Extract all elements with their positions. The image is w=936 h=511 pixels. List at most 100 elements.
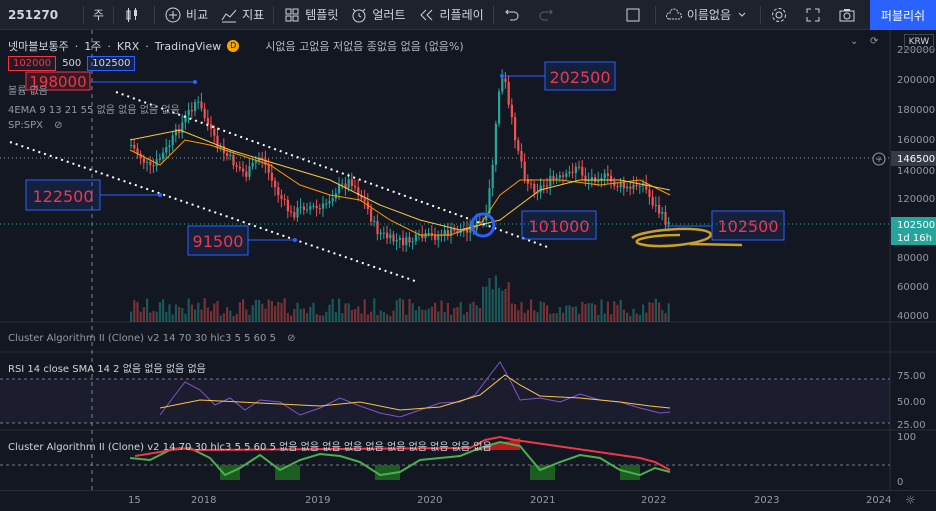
volume-bar — [414, 310, 417, 322]
fullscreen-button[interactable] — [798, 0, 832, 30]
publish-button[interactable]: 퍼블리쉬 — [870, 0, 936, 30]
compare-button[interactable]: 비교 — [158, 0, 214, 30]
layout-name-label: 이름없음 — [686, 8, 731, 22]
volume-bar — [398, 298, 401, 322]
divider — [273, 5, 275, 24]
volume-bar — [306, 313, 309, 322]
refresh-icon[interactable]: ⟳ — [870, 36, 878, 47]
annotation-91500[interactable]: 91500 — [187, 225, 249, 256]
trendline-lower[interactable] — [9, 141, 419, 283]
delayed-badge-icon[interactable]: D — [227, 40, 240, 52]
candle-body — [635, 184, 638, 186]
candle-body — [491, 164, 494, 189]
candle-body — [213, 128, 216, 136]
cluster-legend-lower[interactable]: Cluster Algorithm II (Clone) v2 14 70 30… — [8, 438, 492, 453]
current-price-text: 102500 — [897, 220, 935, 231]
candle-body — [267, 164, 270, 173]
volume-bar — [254, 299, 257, 322]
alert-button[interactable]: 얼러트 — [344, 0, 411, 30]
time-axis[interactable]: 15 2018 2019 2020 2021 2022 2023 2024 ☼ — [0, 490, 936, 511]
volume-bar — [418, 306, 421, 322]
volume-bar — [280, 303, 283, 322]
volume-bar — [171, 314, 174, 322]
price-tick: 120000 — [897, 194, 935, 205]
time-tick: 2022 — [641, 495, 667, 506]
candle-body — [424, 233, 427, 239]
candle-body — [501, 78, 504, 92]
candle-body — [206, 118, 209, 125]
fullscreen-toggle[interactable] — [618, 0, 652, 30]
volume-bar — [344, 303, 347, 322]
chart-canvas[interactable]: 198000 122500 91500 202500 101000 102500… — [0, 30, 936, 490]
redo-button[interactable] — [531, 0, 565, 30]
hidden-eye-icon[interactable]: ⊘ — [287, 333, 295, 344]
trendline-upper[interactable] — [115, 91, 551, 249]
currency-select[interactable]: KRW — [904, 34, 934, 50]
volume-bar — [174, 304, 177, 322]
interval-button[interactable]: 주 — [87, 0, 110, 30]
volume-legend[interactable]: 볼륨 없음 — [8, 82, 48, 97]
candle-body — [523, 161, 526, 180]
annotation-102500[interactable]: 102500 — [711, 210, 785, 241]
settings-sun-icon[interactable]: ☼ — [905, 493, 916, 507]
volume-bar — [181, 308, 184, 322]
annotation-text: 102500 — [717, 217, 778, 236]
candle-body — [277, 187, 280, 196]
hidden-eye-icon[interactable]: ⊘ — [54, 120, 62, 131]
volume-bar — [152, 310, 155, 322]
ema-legend[interactable]: 4EMA 9 13 21 55 없음 없음 없음 없음 — [8, 101, 180, 116]
volume-bar — [629, 315, 632, 322]
volume-bar — [526, 309, 529, 322]
scroll-down-icon[interactable]: ⌄ — [850, 36, 858, 47]
indicators-button[interactable]: 지표 — [214, 0, 270, 30]
candle-body — [370, 208, 373, 222]
chart-type-button[interactable] — [117, 0, 151, 30]
candle-body — [235, 165, 238, 167]
candle-body — [274, 180, 277, 188]
candle-body — [667, 221, 670, 225]
legend-symbol-name[interactable]: 넷마블보통주 — [8, 38, 69, 54]
buy-price-button[interactable]: 102500 — [87, 56, 136, 71]
candle-body — [302, 206, 305, 210]
annotation-101000[interactable]: 101000 — [521, 210, 597, 240]
layout-name-button[interactable]: 이름없음 — [659, 0, 757, 30]
volume-bar — [635, 313, 638, 322]
volume-bar — [226, 307, 229, 322]
snapshot-button[interactable] — [832, 0, 866, 30]
candle-body — [546, 185, 549, 187]
candle-body — [619, 182, 622, 188]
candle-body — [296, 207, 299, 218]
volume-bar — [392, 310, 395, 322]
candle-body — [331, 198, 334, 202]
candle-body — [520, 150, 523, 162]
volume-bar — [216, 301, 219, 322]
candle-body — [651, 196, 654, 206]
candle-body — [354, 185, 357, 188]
volume-bar — [450, 314, 453, 322]
volume-bar — [430, 306, 433, 322]
volume-bar — [235, 314, 238, 322]
candle-body — [309, 206, 312, 210]
candle-body — [539, 185, 542, 193]
candle-body — [328, 201, 331, 204]
undo-button[interactable] — [497, 0, 531, 30]
volume-bar — [584, 304, 587, 322]
candle-body — [402, 237, 405, 246]
replay-button[interactable]: 리플레이 — [411, 0, 489, 30]
symbol-search[interactable]: 251270 — [0, 0, 80, 30]
divider — [83, 5, 84, 24]
price-axis[interactable]: 220000 200000 180000 160000 140000 12000… — [897, 45, 935, 322]
candle-body — [504, 78, 507, 83]
annotation-202500[interactable]: 202500 — [544, 61, 616, 91]
templates-button[interactable]: 템플릿 — [277, 0, 344, 30]
candle-body — [216, 135, 219, 149]
cluster-legend-main[interactable]: Cluster Algorithm II (Clone) v2 14 70 30… — [8, 333, 296, 344]
annotation-122500[interactable]: 122500 — [25, 179, 101, 211]
rsi-legend[interactable]: RSI 14 close SMA 14 2 없음 없음 없음 없음 — [8, 360, 206, 375]
volume-bar — [379, 310, 382, 322]
sell-price-button[interactable]: 102000 — [8, 56, 57, 71]
volume-bar — [386, 314, 389, 322]
spx-legend[interactable]: SP:SPX ⊘ — [8, 120, 63, 131]
settings-button[interactable] — [764, 0, 798, 30]
candle-body — [542, 185, 545, 187]
